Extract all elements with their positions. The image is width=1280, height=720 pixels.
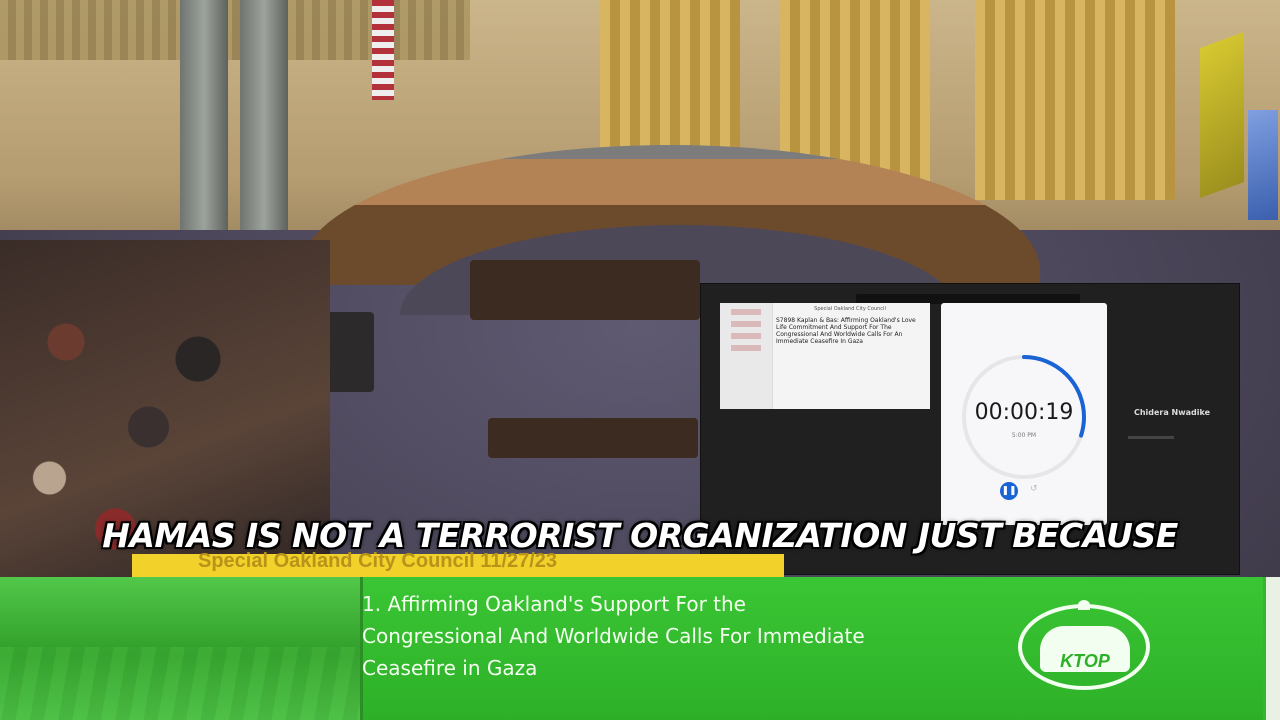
curtain-right — [975, 0, 1175, 200]
agenda-item: 1. Affirming Oakland's Support For the C… — [362, 588, 1022, 684]
lower-third-graphic — [0, 577, 360, 720]
staff-table — [488, 418, 698, 458]
document-text: S7898 Kaplan & Bas: Affirming Oakland's … — [776, 317, 916, 345]
document-sidebar — [720, 303, 773, 409]
timer-pause-button[interactable]: ❚❚ — [1000, 482, 1018, 500]
subtitle-caption: HAMAS IS NOT A TERRORIST ORGANIZATION JU… — [102, 516, 1178, 555]
timer-sub-label: 5:00 PM — [1011, 432, 1037, 439]
participant-audio-bar — [1128, 436, 1174, 439]
yellow-flag — [1200, 31, 1244, 199]
document-header: Special Oakland City Council — [814, 306, 886, 312]
pillar-right — [240, 0, 288, 230]
participant-name: Chidera Nwadike — [1133, 408, 1211, 417]
ornate-frieze — [0, 0, 470, 60]
clerk-table — [470, 260, 700, 320]
pillar-left — [180, 0, 228, 230]
logo-dome — [1040, 626, 1130, 650]
timer-reset-icon[interactable]: ↺ — [1030, 484, 1038, 494]
agenda-line-1: 1. Affirming Oakland's Support For the — [362, 592, 746, 616]
agenda-line-3: Ceasefire in Gaza — [362, 656, 538, 680]
logo-knob — [1078, 600, 1090, 610]
logo-text: KTOP — [1040, 650, 1130, 672]
lower-third-edge — [1266, 577, 1280, 720]
timer-time: 00:00:19 — [974, 400, 1074, 425]
shared-document: Special Oakland City Council S7898 Kapla… — [720, 303, 930, 409]
agenda-line-2: Congressional And Worldwide Calls For Im… — [362, 624, 865, 648]
us-flag — [372, 0, 394, 100]
blue-flag — [1248, 110, 1278, 220]
